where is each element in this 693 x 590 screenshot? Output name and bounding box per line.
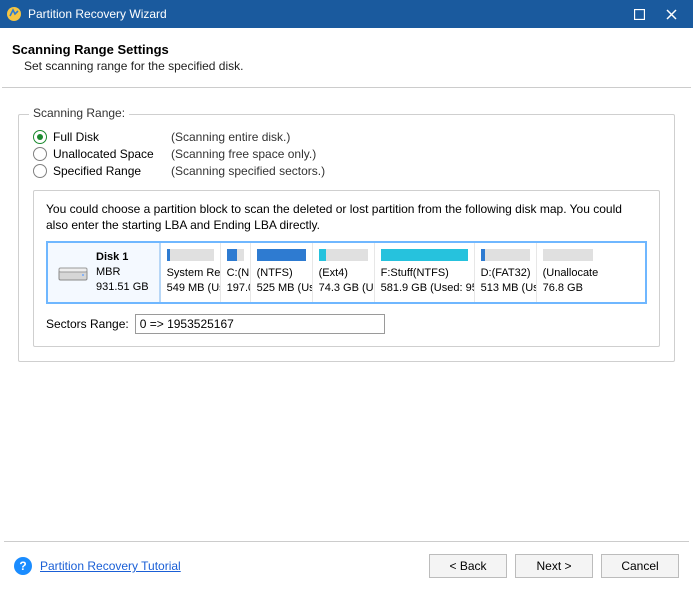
usage-bar (319, 249, 368, 261)
next-button[interactable]: Next > (515, 554, 593, 578)
partition-size: 549 MB (Us (167, 281, 214, 296)
usage-bar (227, 249, 244, 261)
partition-label: F:Stuff(NTFS) (381, 266, 468, 281)
partition-block[interactable]: (NTFS)525 MB (Us (251, 243, 313, 302)
radio-hint: (Scanning specified sectors.) (171, 164, 325, 178)
partition-label: (NTFS) (257, 266, 306, 281)
radio-option-specified-range[interactable]: Specified Range (Scanning specified secto… (33, 164, 660, 178)
partition-label: D:(FAT32) (481, 266, 530, 281)
radio-indicator (33, 147, 47, 161)
content-area: Scanning Range: Full Disk (Scanning entir… (0, 88, 693, 362)
usage-bar (543, 249, 593, 261)
usage-bar (381, 249, 468, 261)
disk-map: Disk 1 MBR 931.51 GB System Res549 MB (U… (46, 241, 647, 304)
hard-disk-icon (58, 262, 88, 284)
partition-label: C:(N (227, 266, 244, 281)
partition-block[interactable]: (Unallocate76.8 GB (537, 243, 599, 302)
disk-header[interactable]: Disk 1 MBR 931.51 GB (48, 243, 161, 302)
partition-size: 513 MB (Us (481, 281, 530, 296)
radio-hint: (Scanning free space only.) (171, 147, 316, 161)
sectors-range-row: Sectors Range: (46, 314, 647, 334)
disk-type: MBR (96, 265, 149, 280)
cancel-button[interactable]: Cancel (601, 554, 679, 578)
app-icon (6, 6, 22, 22)
partition-block[interactable]: C:(N197.0 (221, 243, 251, 302)
fieldset-legend: Scanning Range: (29, 106, 129, 120)
scanning-range-fieldset: Scanning Range: Full Disk(Scanning entir… (18, 114, 675, 362)
radio-label: Unallocated Space (53, 147, 163, 161)
partition-block[interactable]: D:(FAT32)513 MB (Us (475, 243, 537, 302)
radio-indicator (33, 164, 47, 178)
disk-map-box: You could choose a partition block to sc… (33, 190, 660, 347)
usage-bar (167, 249, 214, 261)
radio-option-full-disk[interactable]: Full Disk (Scanning entire disk.) (33, 130, 660, 144)
radio-option-unallocated-space[interactable]: Unallocated Space (Scanning free space on… (33, 147, 660, 161)
disk-map-hint: You could choose a partition block to sc… (46, 201, 647, 233)
radio-indicator (33, 130, 47, 144)
disk-size: 931.51 GB (96, 280, 149, 295)
help-icon[interactable]: ? (14, 557, 32, 575)
back-button[interactable]: < Back (429, 554, 507, 578)
partition-block[interactable]: System Res549 MB (Us (161, 243, 221, 302)
titlebar: Partition Recovery Wizard (0, 0, 693, 28)
page-header: Scanning Range Settings Set scanning ran… (0, 28, 693, 79)
page-title: Scanning Range Settings (12, 42, 681, 57)
usage-bar (481, 249, 530, 261)
sectors-range-input[interactable] (135, 314, 385, 334)
partition-label: (Unallocate (543, 266, 593, 281)
radio-label: Full Disk (53, 130, 163, 144)
window-title: Partition Recovery Wizard (28, 7, 623, 21)
partition-block[interactable]: (Ext4)74.3 GB (Us (313, 243, 375, 302)
partition-size: 581.9 GB (Used: 95 (381, 281, 468, 296)
usage-bar (257, 249, 306, 261)
partition-label: (Ext4) (319, 266, 368, 281)
partition-label: System Res (167, 266, 214, 281)
partition-size: 74.3 GB (Us (319, 281, 368, 296)
disk-header-lines: Disk 1 MBR 931.51 GB (96, 250, 149, 295)
footer: ? Partition Recovery Tutorial < Back Nex… (0, 542, 693, 590)
radio-hint: (Scanning entire disk.) (171, 130, 290, 144)
sectors-range-label: Sectors Range: (46, 317, 129, 331)
window-maximize-button[interactable] (623, 0, 655, 28)
partition-size: 197.0 (227, 281, 244, 296)
radio-label: Specified Range (53, 164, 163, 178)
page-subtitle: Set scanning range for the specified dis… (24, 59, 681, 73)
partition-block[interactable]: F:Stuff(NTFS)581.9 GB (Used: 95 (375, 243, 475, 302)
disk-name: Disk 1 (96, 250, 149, 265)
partition-size: 525 MB (Us (257, 281, 306, 296)
window-close-button[interactable] (655, 0, 687, 28)
tutorial-link[interactable]: Partition Recovery Tutorial (40, 559, 181, 573)
partition-size: 76.8 GB (543, 281, 593, 296)
